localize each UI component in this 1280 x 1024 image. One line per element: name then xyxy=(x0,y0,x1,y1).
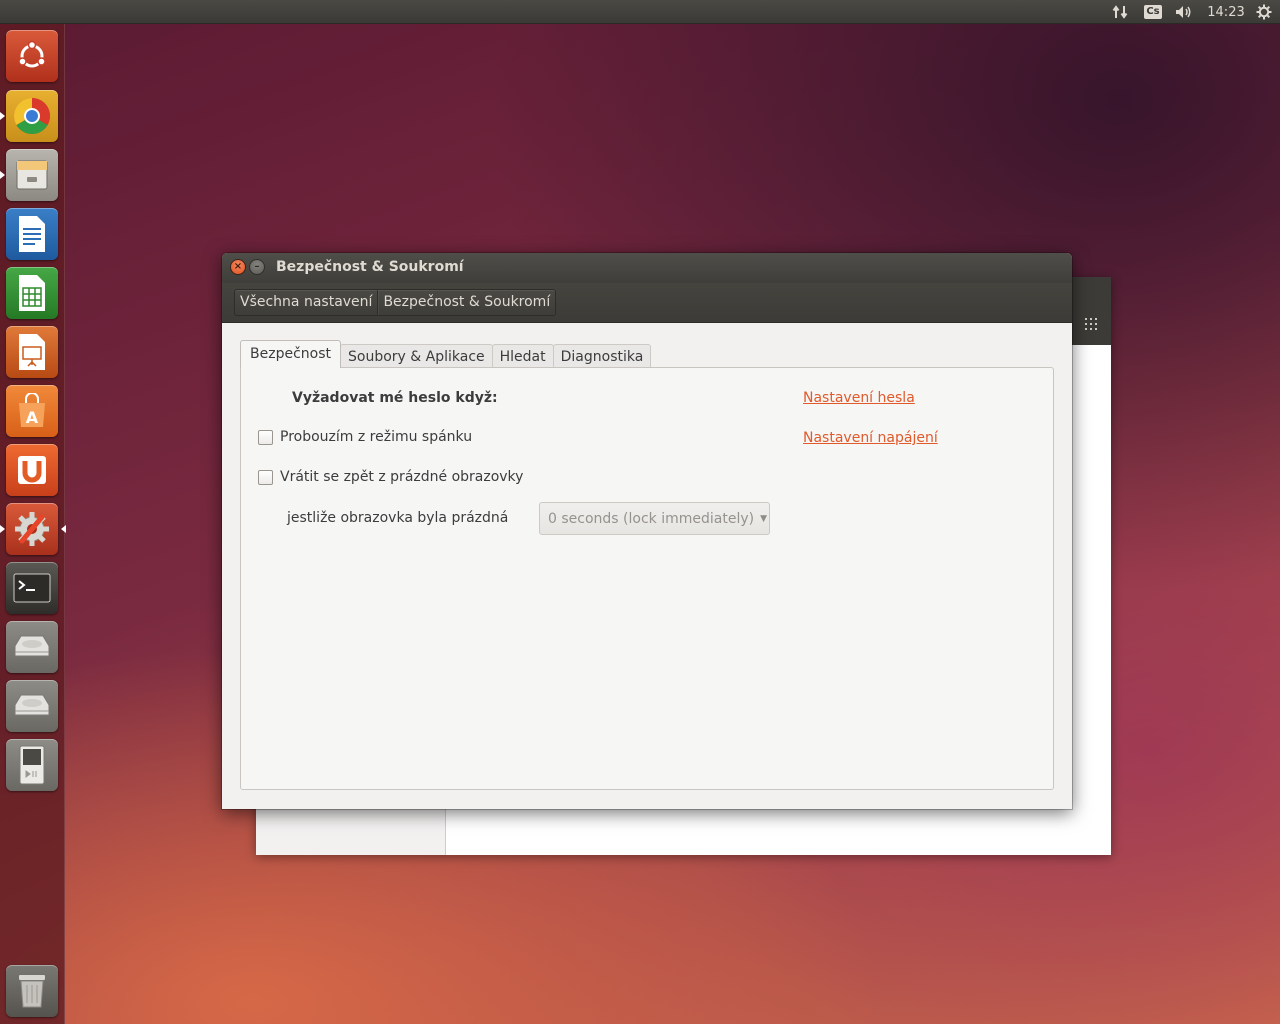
lock-delay-dropdown[interactable]: 0 seconds (lock immediately) ▼ xyxy=(539,502,770,535)
tab-files-applications[interactable]: Soubory & Aplikace xyxy=(340,344,493,368)
dash-ubuntu-icon[interactable] xyxy=(6,30,58,82)
media-player-icon[interactable] xyxy=(6,739,58,791)
network-icon[interactable] xyxy=(1108,0,1132,24)
terminal-icon[interactable] xyxy=(6,562,58,614)
keyboard-layout-label: Cs xyxy=(1144,5,1162,19)
svg-text:A: A xyxy=(26,408,39,427)
power-settings-link[interactable]: Nastavení napájení xyxy=(803,430,938,446)
drive-icon[interactable] xyxy=(6,621,58,673)
system-settings-icon[interactable] xyxy=(0,503,66,555)
screen-blank-duration-label: jestliže obrazovka byla prázdná xyxy=(287,510,509,526)
session-gear-icon[interactable] xyxy=(1253,0,1275,24)
speaker-icon xyxy=(1176,6,1191,18)
spreadsheet-icon xyxy=(19,275,45,311)
wake-from-suspend-option[interactable]: Probouzím z režimu spánku xyxy=(258,429,472,445)
grid-view-icon[interactable] xyxy=(1085,318,1099,332)
ubuntu-one-logo-icon xyxy=(18,456,46,484)
trash-icon[interactable] xyxy=(6,965,58,1017)
grid-dots-icon xyxy=(1085,318,1097,330)
drive-icon[interactable] xyxy=(6,680,58,732)
return-from-blank-checkbox[interactable] xyxy=(258,469,273,485)
close-icon[interactable]: × xyxy=(230,259,246,275)
window-content: Bezpečnost Soubory & Aplikace Hledat Dia… xyxy=(222,323,1072,809)
presentation-icon xyxy=(19,334,45,370)
minimize-icon[interactable]: – xyxy=(249,259,265,275)
calc-icon[interactable] xyxy=(6,267,58,319)
window-toolbar: Všechna nastavení Bezpečnost & Soukromí xyxy=(222,283,1072,323)
security-privacy-window: × – Bezpečnost & Soukromí Všechna nastav… xyxy=(222,253,1072,809)
lock-delay-value: 0 seconds (lock immediately) xyxy=(548,510,755,527)
tab-search[interactable]: Hledat xyxy=(491,344,554,368)
document-icon xyxy=(19,216,45,252)
wake-from-suspend-label: Probouzím z režimu spánku xyxy=(280,429,473,445)
media-player-device-icon xyxy=(19,745,45,785)
network-arrows-icon xyxy=(1112,5,1128,19)
clock[interactable]: 14:23 xyxy=(1202,0,1250,24)
require-password-heading: Vyžadovat mé heslo když: xyxy=(292,390,498,406)
hard-drive-icon xyxy=(14,635,50,657)
launcher: A xyxy=(0,24,66,1024)
tab-security[interactable]: Bezpečnost xyxy=(240,340,341,368)
gear-icon xyxy=(1256,4,1272,20)
tab-strip: Bezpečnost Soubory & Aplikace Hledat Dia… xyxy=(240,340,652,368)
file-cabinet-icon xyxy=(16,160,48,190)
tab-diagnostics[interactable]: Diagnostika xyxy=(552,344,652,368)
terminal-prompt-icon xyxy=(13,573,51,603)
chrome-logo-icon xyxy=(13,98,51,135)
running-indicator xyxy=(0,171,5,179)
trash-can-icon xyxy=(19,975,45,1008)
focused-indicator xyxy=(61,525,66,533)
keyboard-indicator[interactable]: Cs xyxy=(1141,0,1165,24)
impress-icon[interactable] xyxy=(6,326,58,378)
top-panel: Cs 14:23 xyxy=(0,0,1280,24)
wake-from-suspend-checkbox[interactable] xyxy=(258,429,273,445)
return-from-blank-option[interactable]: Vrátit se zpět z prázdné obrazovky xyxy=(258,469,523,485)
running-indicator xyxy=(0,112,5,120)
window-title: Bezpečnost & Soukromí xyxy=(276,259,464,275)
breadcrumb-security-privacy[interactable]: Bezpečnost & Soukromí xyxy=(377,290,555,315)
ubuntu-one-icon[interactable] xyxy=(6,444,58,496)
settings-gear-wrench-icon xyxy=(15,512,49,546)
window-titlebar[interactable]: × – Bezpečnost & Soukromí xyxy=(222,253,1072,283)
ubuntu-logo-icon xyxy=(18,40,46,68)
hard-drive-icon xyxy=(14,694,50,716)
breadcrumb: Všechna nastavení Bezpečnost & Soukromí xyxy=(234,289,557,316)
return-from-blank-label: Vrátit se zpět z prázdné obrazovky xyxy=(280,469,524,485)
shopping-bag-icon: A xyxy=(19,393,45,427)
breadcrumb-all-settings[interactable]: Všechna nastavení xyxy=(235,290,377,315)
software-center-icon[interactable]: A xyxy=(6,385,58,437)
running-indicator xyxy=(0,525,5,533)
chrome-icon[interactable] xyxy=(0,90,58,142)
writer-icon[interactable] xyxy=(6,208,58,260)
files-icon[interactable] xyxy=(0,149,58,201)
password-settings-link[interactable]: Nastavení hesla xyxy=(803,390,915,406)
chevron-down-icon: ▼ xyxy=(760,513,767,524)
security-tab-panel: Vyžadovat mé heslo když: Nastavení hesla… xyxy=(240,367,1054,790)
sound-icon[interactable] xyxy=(1172,0,1196,24)
